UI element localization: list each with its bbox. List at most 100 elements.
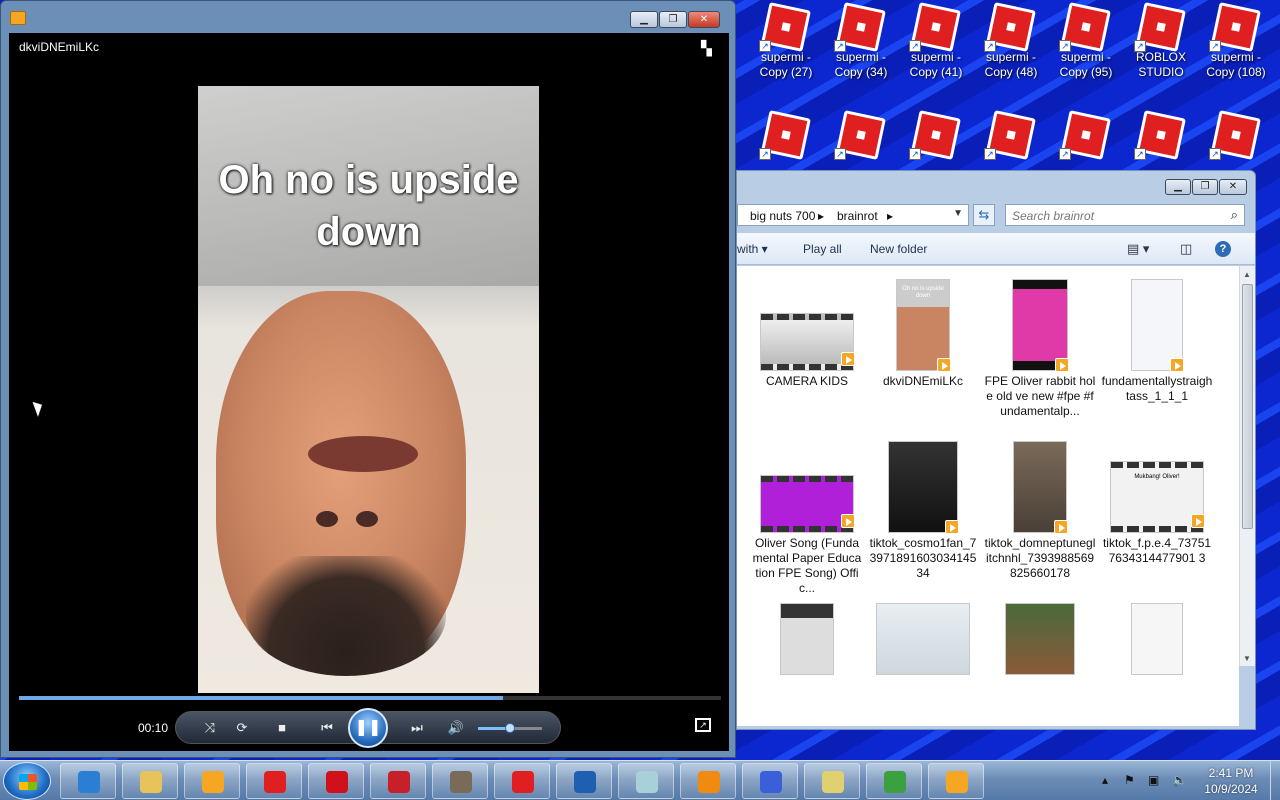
- taskbar-button[interactable]: [246, 763, 302, 799]
- start-button[interactable]: [3, 762, 51, 800]
- volume-muted-icon[interactable]: 🔈: [1172, 773, 1187, 787]
- shuffle-icon[interactable]: ⤨: [198, 717, 222, 739]
- desktop-icon[interactable]: ↗: [749, 108, 823, 170]
- seek-bar[interactable]: [19, 696, 721, 700]
- file-name: CAMERA KIDS: [765, 374, 849, 388]
- desktop-icon[interactable]: ↗ supermi - Copy (108): [1199, 0, 1273, 100]
- taskbar-button[interactable]: [60, 763, 116, 799]
- file-item[interactable]: Oh no is upside down dkviDNEmiLKc: [867, 274, 979, 389]
- file-item[interactable]: [751, 598, 863, 674]
- desktop-icon[interactable]: ↗ supermi - Copy (95): [1049, 0, 1123, 100]
- thumbnail-text: Oh no is upside down: [902, 286, 944, 299]
- taskbar-button[interactable]: [928, 763, 984, 799]
- taskbar-button[interactable]: [494, 763, 550, 799]
- scroll-down-icon[interactable]: ▼: [1243, 654, 1251, 663]
- action-center-flag-icon[interactable]: ⚑: [1124, 773, 1135, 787]
- vertical-scrollbar[interactable]: ▲ ▼: [1239, 266, 1255, 666]
- video-frame[interactable]: Oh no is upside down: [198, 86, 539, 693]
- breadcrumb-chevron-icon[interactable]: ▸: [887, 209, 893, 223]
- file-item[interactable]: [867, 598, 979, 674]
- fullscreen-icon[interactable]: ↗: [695, 718, 711, 732]
- file-item[interactable]: fundamentallystraightass_1_1_1: [1101, 274, 1213, 404]
- close-button[interactable]: ✕: [688, 11, 720, 28]
- speaker-icon[interactable]: 🔊: [444, 717, 468, 739]
- explorer-maximize-button[interactable]: ❐: [1192, 179, 1218, 195]
- video-stage[interactable]: dkviDNEmiLKc ▚ Oh no is upside down 00:1…: [9, 33, 729, 751]
- taskbar-button[interactable]: [866, 763, 922, 799]
- minimize-button[interactable]: ▁: [630, 11, 658, 28]
- file-item[interactable]: [984, 598, 1096, 674]
- network-icon[interactable]: ▣: [1148, 773, 1159, 787]
- elapsed-time: 00:10: [138, 721, 169, 735]
- file-item[interactable]: Oliver Song (Fundamental Paper Education…: [751, 436, 863, 596]
- taskbar-button[interactable]: [370, 763, 426, 799]
- media-player-window[interactable]: ▁ ❐ ✕ dkviDNEmiLKc ▚ Oh no is upside dow…: [0, 0, 736, 758]
- search-icon[interactable]: ⌕: [1231, 207, 1238, 223]
- scroll-thumb[interactable]: [1242, 284, 1253, 529]
- taskbar-button[interactable]: [556, 763, 612, 799]
- explorer-window[interactable]: ▁ ❐ ✕ big nuts 700 ▸ brainrot ▸ ▼ ⇆ Sear…: [736, 170, 1256, 730]
- taskbar-button[interactable]: [680, 763, 736, 799]
- shortcut-arrow-icon: ↗: [834, 148, 846, 160]
- previous-icon[interactable]: ⏮: [310, 717, 344, 739]
- desktop-icon[interactable]: ↗ supermi - Copy (48): [974, 0, 1048, 100]
- play-all-button[interactable]: Play all: [803, 242, 842, 256]
- search-input[interactable]: Search brainrot ⌕: [1005, 204, 1245, 226]
- file-item[interactable]: CAMERA KIDS: [751, 274, 863, 389]
- file-name: tiktok_f.p.e.4_737517634314477901 3: [1102, 536, 1212, 565]
- taskbar-button[interactable]: [618, 763, 674, 799]
- file-item[interactable]: tiktok_cosmo1fan_7397189160303414534: [867, 436, 979, 581]
- desktop-icon-label: supermi - Copy (48): [984, 50, 1038, 79]
- new-folder-button[interactable]: New folder: [870, 242, 927, 256]
- breadcrumb-separator-icon[interactable]: ▸: [818, 209, 824, 223]
- desktop-icon[interactable]: ↗ supermi - Copy (34): [824, 0, 898, 100]
- pause-icon[interactable]: ❚❚: [348, 708, 388, 748]
- desktop-icon[interactable]: ↗: [1199, 108, 1273, 170]
- maximize-button[interactable]: ❐: [659, 11, 687, 28]
- taskbar-button[interactable]: [432, 763, 488, 799]
- taskbar-button[interactable]: [308, 763, 364, 799]
- repeat-icon[interactable]: ⟳: [230, 717, 254, 739]
- volume-knob[interactable]: [505, 723, 515, 733]
- switch-to-library-icon[interactable]: ▚: [701, 41, 719, 55]
- desktop-icon[interactable]: ↗ supermi - Copy (27): [749, 0, 823, 100]
- clock[interactable]: 2:41 PM 10/9/2024: [1196, 765, 1266, 797]
- stop-icon[interactable]: ■: [270, 717, 294, 739]
- clock-date: 10/9/2024: [1204, 782, 1258, 796]
- desktop-icon[interactable]: ↗: [1049, 108, 1123, 170]
- show-desktop-button[interactable]: [1270, 761, 1280, 800]
- scroll-up-icon[interactable]: ▲: [1243, 270, 1251, 279]
- open-with-button[interactable]: with ▾: [737, 242, 768, 256]
- desktop-icon[interactable]: ↗: [1124, 108, 1198, 170]
- taskbar-button[interactable]: [122, 763, 178, 799]
- taskbar-button[interactable]: [184, 763, 240, 799]
- file-thumbnail: [889, 442, 959, 534]
- preview-pane-icon[interactable]: ◫: [1180, 241, 1192, 257]
- desktop-icon[interactable]: ↗ supermi - Copy (41): [899, 0, 973, 100]
- taskbar-button[interactable]: [742, 763, 798, 799]
- media-player-titlebar[interactable]: ▁ ❐ ✕: [1, 1, 735, 33]
- desktop-icon[interactable]: ↗: [824, 108, 898, 170]
- file-item[interactable]: tiktok_domneptuneglitchnhl_7393988569825…: [984, 436, 1096, 581]
- taskbar-button[interactable]: [804, 763, 860, 799]
- desktop-icon[interactable]: ↗: [974, 108, 1048, 170]
- file-item[interactable]: [1101, 598, 1213, 674]
- view-options-icon[interactable]: ▤ ▾: [1127, 241, 1149, 257]
- desktop-icon[interactable]: ↗: [899, 108, 973, 170]
- volume-slider[interactable]: [478, 723, 542, 733]
- help-icon[interactable]: ?: [1215, 241, 1231, 257]
- file-list[interactable]: CAMERA KIDS Oh no is upside down dkviDNEmi…: [737, 266, 1239, 726]
- next-icon[interactable]: ⏭: [402, 717, 432, 739]
- file-item[interactable]: Mukbang! Oliver! tiktok_f.p.e.4_737517634…: [1101, 436, 1213, 566]
- refresh-icon[interactable]: ⇆: [973, 204, 995, 226]
- breadcrumb-big-nuts[interactable]: big nuts 700: [750, 209, 815, 223]
- desktop-icon[interactable]: ↗ ROBLOX STUDIO: [1124, 0, 1198, 100]
- address-bar[interactable]: big nuts 700 ▸ brainrot ▸ ▼: [737, 204, 969, 226]
- explorer-close-button[interactable]: ✕: [1219, 179, 1247, 195]
- breadcrumb-brainrot[interactable]: brainrot: [837, 209, 878, 223]
- show-hidden-icons-icon[interactable]: ▴: [1102, 773, 1108, 787]
- address-dropdown-icon[interactable]: ▼: [953, 208, 963, 219]
- explorer-minimize-button[interactable]: ▁: [1165, 179, 1191, 195]
- file-thumbnail: Mukbang! Oliver!: [1111, 462, 1205, 532]
- file-item[interactable]: FPE Oliver rabbit hole old ve new #fpe #…: [984, 274, 1096, 419]
